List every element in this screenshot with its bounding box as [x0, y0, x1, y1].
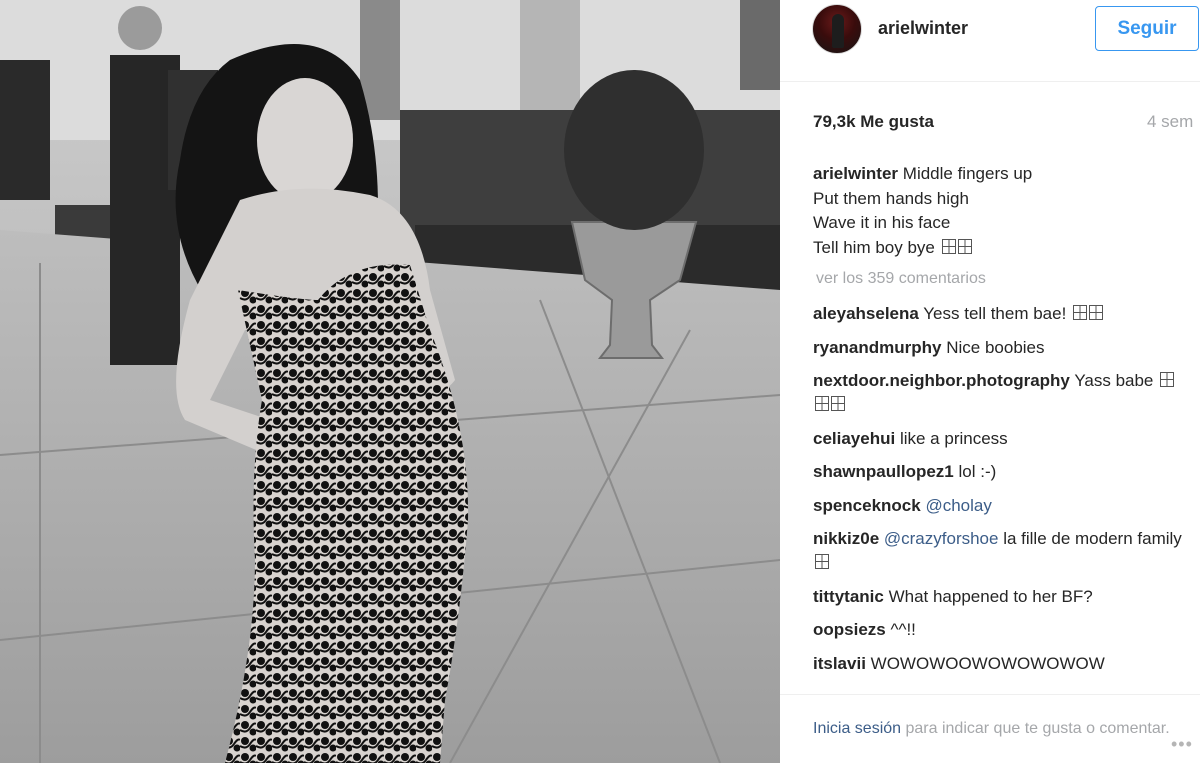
comment-text: lol :-) [958, 462, 997, 481]
comment-item: shawnpaullopez1 lol :-) [813, 460, 1183, 484]
comment-username[interactable]: itslavii [813, 654, 866, 673]
emoji-glyph-icon [815, 554, 829, 569]
comment-text: What happened to her BF? [888, 586, 1093, 606]
login-prompt-text: para indicar que te gusta o comentar. [905, 720, 1170, 737]
view-all-comments-link[interactable]: ver los 359 comentarios [816, 270, 986, 288]
footer-divider [780, 694, 1200, 695]
comment-text: Yess tell them bae! [923, 304, 1067, 323]
login-prompt: Inicia sesión para indicar que te gusta … [813, 717, 1173, 741]
emoji-glyph-icon [1160, 372, 1175, 387]
caption-line: Put them hands high [813, 188, 969, 208]
comment-username[interactable]: nikkiz0e [813, 529, 879, 548]
comment-item: oopsiezs ^^!! [813, 618, 1183, 642]
caption-username[interactable]: arielwinter [813, 164, 898, 183]
comment-item: nikkiz0e @crazyforshoe la fille de moder… [813, 527, 1183, 575]
comment-item: celiayehui like a princess [813, 427, 1183, 451]
comment-item: itslavii WOWOWOOWOWOWOWOW [813, 652, 1183, 676]
emoji-glyph-icon [957, 238, 972, 254]
post-side-panel: arielwinter Seguir 79,3k Me gusta 4 sem … [780, 0, 1200, 763]
comment-username[interactable]: ryanandmurphy [813, 338, 941, 357]
post-photo-illustration [0, 0, 780, 763]
comment-username[interactable]: oopsiezs [813, 620, 886, 639]
emoji-glyph-icon [941, 238, 956, 254]
comment-text: Nice boobies [946, 337, 1045, 357]
comment-mention-link[interactable]: @crazyforshoe [884, 529, 999, 548]
comment-text: like a princess [899, 428, 1008, 448]
likes-count[interactable]: 79,3k Me gusta [813, 112, 934, 132]
post-timestamp[interactable]: 4 sem [1147, 112, 1193, 132]
login-link[interactable]: Inicia sesión [813, 720, 901, 737]
header-username[interactable]: arielwinter [878, 18, 968, 39]
comment-item: aleyahselena Yess tell them bae! [813, 302, 1183, 326]
comment-text: ^^!! [890, 620, 916, 639]
comment-username[interactable]: nextdoor.neighbor.photography [813, 371, 1070, 390]
caption-line: Wave it in his face [813, 213, 951, 232]
comment-item: ryanandmurphy Nice boobies [813, 336, 1183, 360]
comment-username[interactable]: aleyahselena [813, 304, 919, 323]
comment-username[interactable]: spenceknock [813, 496, 921, 515]
comment-item: tittytanic What happened to her BF? [813, 585, 1183, 609]
comment-item: nextdoor.neighbor.photography Yass babe [813, 369, 1183, 417]
emoji-glyph-icon [1089, 305, 1104, 320]
follow-button[interactable]: Seguir [1095, 6, 1199, 51]
more-options-icon[interactable]: ••• [1171, 734, 1193, 755]
comment-text: WOWOWOOWOWOWOWOW [870, 653, 1105, 673]
post-photo[interactable] [0, 0, 780, 763]
avatar[interactable] [812, 4, 862, 54]
caption-line: Middle fingers up [902, 164, 1033, 183]
comment-text: Yass babe [1074, 371, 1154, 390]
comment-username[interactable]: shawnpaullopez1 [813, 462, 954, 481]
emoji-glyph-icon [815, 396, 829, 411]
emoji-glyph-icon [1073, 305, 1088, 320]
comment-username[interactable]: tittytanic [813, 587, 884, 606]
comment-username[interactable]: celiayehui [813, 429, 895, 448]
comment-mention-link[interactable]: @cholay [925, 496, 991, 515]
comment-list: aleyahselena Yess tell them bae! ryanand… [813, 302, 1183, 692]
post-header: arielwinter Seguir [780, 0, 1200, 82]
post-caption: arielwinter Middle fingers up Put them h… [813, 162, 1183, 260]
emoji-glyph-icon [831, 396, 845, 411]
comment-item: spenceknock @cholay [813, 494, 1183, 518]
comment-text: la fille de modern family [1003, 529, 1182, 548]
caption-line: Tell him boy bye [813, 237, 935, 257]
